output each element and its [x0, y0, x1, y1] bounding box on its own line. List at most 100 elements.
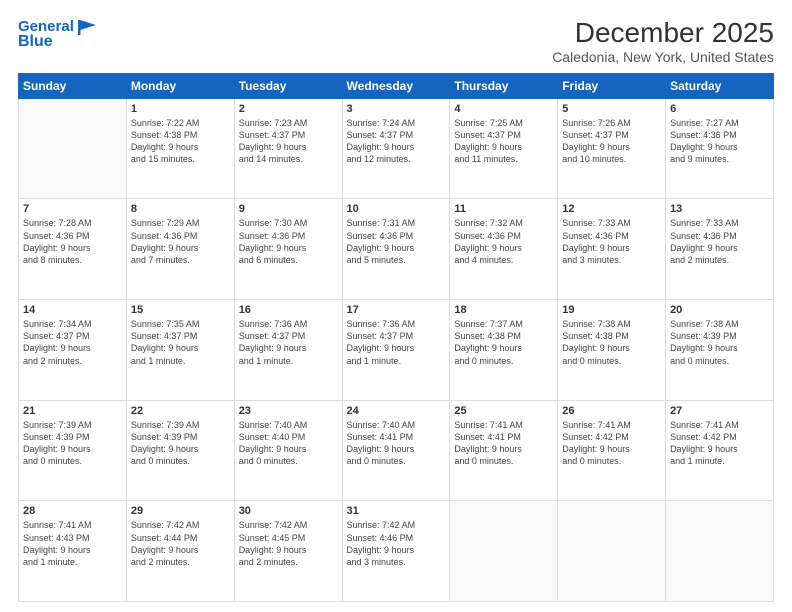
calendar-cell: 25 Sunrise: 7:41 AMSunset: 4:41 PMDayligh…	[450, 400, 558, 501]
calendar-cell: 31 Sunrise: 7:42 AMSunset: 4:46 PMDayligh…	[342, 501, 450, 602]
calendar-title: December 2025	[552, 18, 774, 49]
day-number: 19	[562, 304, 661, 316]
calendar-cell: 13Sunrise: 7:33 AMSunset: 4:36 PMDayligh…	[666, 199, 774, 300]
calendar-cell: 5 Sunrise: 7:26 AMSunset: 4:37 PMDaylight…	[558, 98, 666, 199]
calendar-cell: 23 Sunrise: 7:40 AMSunset: 4:40 PMDayligh…	[234, 400, 342, 501]
calendar-week-row: 21 Sunrise: 7:39 AMSunset: 4:39 PMDayligh…	[19, 400, 774, 501]
calendar-cell: 10 Sunrise: 7:31 AMSunset: 4:36 PMDayligh…	[342, 199, 450, 300]
day-info: Sunrise: 7:31 AMSunset: 4:36 PMDaylight:…	[347, 217, 446, 266]
day-number: 20	[670, 304, 769, 316]
day-info: Sunrise: 7:41 AMSunset: 4:43 PMDaylight:…	[23, 519, 122, 568]
day-number: 10	[347, 203, 446, 215]
day-header-friday: Friday	[558, 73, 666, 98]
calendar-subtitle: Caledonia, New York, United States	[552, 49, 774, 65]
day-number: 28	[23, 505, 122, 517]
calendar-cell: 16 Sunrise: 7:36 AMSunset: 4:37 PMDayligh…	[234, 300, 342, 401]
calendar-cell: 12 Sunrise: 7:33 AMSunset: 4:36 PMDayligh…	[558, 199, 666, 300]
day-number: 29	[131, 505, 230, 517]
calendar-table: SundayMondayTuesdayWednesdayThursdayFrid…	[18, 73, 774, 602]
calendar-cell: 7 Sunrise: 7:28 AMSunset: 4:36 PMDaylight…	[19, 199, 127, 300]
day-number: 14	[23, 304, 122, 316]
calendar-week-row: 1Sunrise: 7:22 AMSunset: 4:38 PMDaylight…	[19, 98, 774, 199]
calendar-cell: 27Sunrise: 7:41 AMSunset: 4:42 PMDayligh…	[666, 400, 774, 501]
calendar-cell: 11 Sunrise: 7:32 AMSunset: 4:36 PMDayligh…	[450, 199, 558, 300]
calendar-week-row: 28 Sunrise: 7:41 AMSunset: 4:43 PMDayligh…	[19, 501, 774, 602]
day-info: Sunrise: 7:30 AMSunset: 4:36 PMDaylight:…	[239, 217, 338, 266]
day-info: Sunrise: 7:26 AMSunset: 4:37 PMDaylight:…	[562, 117, 661, 166]
day-number: 12	[562, 203, 661, 215]
day-number: 15	[131, 304, 230, 316]
calendar-week-row: 14 Sunrise: 7:34 AMSunset: 4:37 PMDayligh…	[19, 300, 774, 401]
day-header-wednesday: Wednesday	[342, 73, 450, 98]
day-number: 4	[454, 103, 553, 115]
day-header-saturday: Saturday	[666, 73, 774, 98]
day-info: Sunrise: 7:40 AMSunset: 4:40 PMDaylight:…	[239, 419, 338, 468]
calendar-cell: 1Sunrise: 7:22 AMSunset: 4:38 PMDaylight…	[126, 98, 234, 199]
day-header-monday: Monday	[126, 73, 234, 98]
logo: General Blue	[18, 18, 98, 51]
calendar-week-row: 7 Sunrise: 7:28 AMSunset: 4:36 PMDaylight…	[19, 199, 774, 300]
day-info: Sunrise: 7:38 AMSunset: 4:38 PMDaylight:…	[562, 318, 661, 367]
day-header-sunday: Sunday	[19, 73, 127, 98]
day-info: Sunrise: 7:24 AMSunset: 4:37 PMDaylight:…	[347, 117, 446, 166]
day-info: Sunrise: 7:41 AMSunset: 4:42 PMDaylight:…	[562, 419, 661, 468]
day-number: 21	[23, 405, 122, 417]
calendar-cell	[19, 98, 127, 199]
calendar-cell: 18 Sunrise: 7:37 AMSunset: 4:38 PMDayligh…	[450, 300, 558, 401]
calendar-cell: 20Sunrise: 7:38 AMSunset: 4:39 PMDayligh…	[666, 300, 774, 401]
day-number: 7	[23, 203, 122, 215]
day-header-thursday: Thursday	[450, 73, 558, 98]
day-info: Sunrise: 7:42 AMSunset: 4:45 PMDaylight:…	[239, 519, 338, 568]
day-header-tuesday: Tuesday	[234, 73, 342, 98]
day-info: Sunrise: 7:35 AMSunset: 4:37 PMDaylight:…	[131, 318, 230, 367]
day-number: 2	[239, 103, 338, 115]
logo-flag-icon	[76, 18, 98, 36]
day-info: Sunrise: 7:39 AMSunset: 4:39 PMDaylight:…	[23, 419, 122, 468]
day-info: Sunrise: 7:32 AMSunset: 4:36 PMDaylight:…	[454, 217, 553, 266]
day-info: Sunrise: 7:28 AMSunset: 4:36 PMDaylight:…	[23, 217, 122, 266]
day-info: Sunrise: 7:37 AMSunset: 4:38 PMDaylight:…	[454, 318, 553, 367]
day-number: 11	[454, 203, 553, 215]
calendar-cell: 21 Sunrise: 7:39 AMSunset: 4:39 PMDayligh…	[19, 400, 127, 501]
day-info: Sunrise: 7:36 AMSunset: 4:37 PMDaylight:…	[347, 318, 446, 367]
day-number: 5	[562, 103, 661, 115]
day-number: 18	[454, 304, 553, 316]
day-info: Sunrise: 7:23 AMSunset: 4:37 PMDaylight:…	[239, 117, 338, 166]
calendar-cell: 24Sunrise: 7:40 AMSunset: 4:41 PMDayligh…	[342, 400, 450, 501]
calendar-cell: 19 Sunrise: 7:38 AMSunset: 4:38 PMDayligh…	[558, 300, 666, 401]
calendar-cell: 2 Sunrise: 7:23 AMSunset: 4:37 PMDaylight…	[234, 98, 342, 199]
calendar-cell: 9 Sunrise: 7:30 AMSunset: 4:36 PMDaylight…	[234, 199, 342, 300]
day-info: Sunrise: 7:36 AMSunset: 4:37 PMDaylight:…	[239, 318, 338, 367]
calendar-cell: 15 Sunrise: 7:35 AMSunset: 4:37 PMDayligh…	[126, 300, 234, 401]
calendar-cell: 4 Sunrise: 7:25 AMSunset: 4:37 PMDaylight…	[450, 98, 558, 199]
calendar-cell: 8Sunrise: 7:29 AMSunset: 4:36 PMDaylight…	[126, 199, 234, 300]
calendar-cell	[666, 501, 774, 602]
day-number: 25	[454, 405, 553, 417]
day-info: Sunrise: 7:42 AMSunset: 4:46 PMDaylight:…	[347, 519, 446, 568]
calendar-cell: 3Sunrise: 7:24 AMSunset: 4:37 PMDaylight…	[342, 98, 450, 199]
calendar-cell	[558, 501, 666, 602]
calendar-header-row: SundayMondayTuesdayWednesdayThursdayFrid…	[19, 73, 774, 98]
day-number: 8	[131, 203, 230, 215]
day-info: Sunrise: 7:27 AMSunset: 4:36 PMDaylight:…	[670, 117, 769, 166]
day-number: 16	[239, 304, 338, 316]
calendar-page: General Blue December 2025 Caledonia, Ne…	[0, 0, 792, 612]
day-info: Sunrise: 7:34 AMSunset: 4:37 PMDaylight:…	[23, 318, 122, 367]
day-info: Sunrise: 7:33 AMSunset: 4:36 PMDaylight:…	[670, 217, 769, 266]
calendar-cell: 6Sunrise: 7:27 AMSunset: 4:36 PMDaylight…	[666, 98, 774, 199]
day-number: 27	[670, 405, 769, 417]
day-number: 31	[347, 505, 446, 517]
day-info: Sunrise: 7:40 AMSunset: 4:41 PMDaylight:…	[347, 419, 446, 468]
day-info: Sunrise: 7:41 AMSunset: 4:41 PMDaylight:…	[454, 419, 553, 468]
calendar-cell: 29 Sunrise: 7:42 AMSunset: 4:44 PMDayligh…	[126, 501, 234, 602]
day-info: Sunrise: 7:25 AMSunset: 4:37 PMDaylight:…	[454, 117, 553, 166]
day-number: 30	[239, 505, 338, 517]
day-info: Sunrise: 7:42 AMSunset: 4:44 PMDaylight:…	[131, 519, 230, 568]
day-info: Sunrise: 7:33 AMSunset: 4:36 PMDaylight:…	[562, 217, 661, 266]
day-info: Sunrise: 7:22 AMSunset: 4:38 PMDaylight:…	[131, 117, 230, 166]
day-number: 23	[239, 405, 338, 417]
day-number: 9	[239, 203, 338, 215]
calendar-cell: 14 Sunrise: 7:34 AMSunset: 4:37 PMDayligh…	[19, 300, 127, 401]
calendar-cell: 30 Sunrise: 7:42 AMSunset: 4:45 PMDayligh…	[234, 501, 342, 602]
title-section: December 2025 Caledonia, New York, Unite…	[552, 18, 774, 65]
